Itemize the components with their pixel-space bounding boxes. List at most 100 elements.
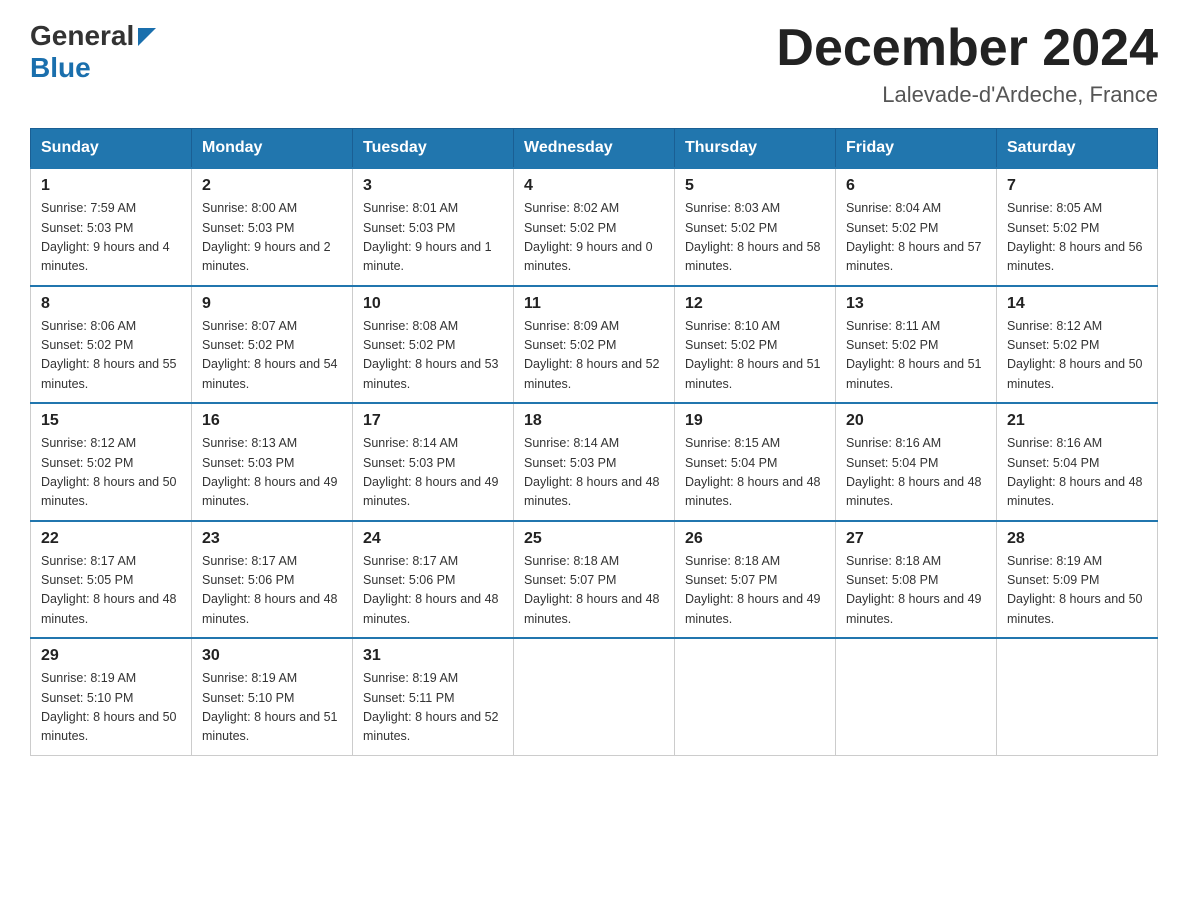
calendar-cell: 4 Sunrise: 8:02 AMSunset: 5:02 PMDaylight… [514, 168, 675, 286]
logo-blue-text: Blue [30, 52, 91, 84]
day-info: Sunrise: 8:18 AMSunset: 5:07 PMDaylight:… [524, 554, 660, 626]
calendar-cell: 2Sunrise: 8:00 AMSunset: 5:03 PMDaylight… [192, 168, 353, 286]
day-number: 15 [41, 412, 181, 430]
day-number: 29 [41, 647, 181, 665]
calendar-cell: 15Sunrise: 8:12 AMSunset: 5:02 PMDayligh… [31, 403, 192, 521]
day-info: Sunrise: 8:17 AMSunset: 5:05 PMDaylight:… [41, 554, 177, 626]
day-info: Sunrise: 8:12 AMSunset: 5:02 PMDaylight:… [1007, 319, 1143, 391]
day-number: 18 [524, 412, 664, 430]
logo: General Blue [30, 20, 156, 84]
calendar-cell: 26 Sunrise: 8:18 AMSunset: 5:07 PMDayligh… [675, 521, 836, 639]
day-number: 20 [846, 412, 986, 430]
calendar-week-row: 29 Sunrise: 8:19 AMSunset: 5:10 PMDayligh… [31, 638, 1158, 755]
calendar-cell: 7Sunrise: 8:05 AMSunset: 5:02 PMDaylight… [997, 168, 1158, 286]
day-info: Sunrise: 8:19 AMSunset: 5:10 PMDaylight:… [41, 671, 177, 743]
calendar-cell: 6 Sunrise: 8:04 AMSunset: 5:02 PMDaylight… [836, 168, 997, 286]
calendar-week-row: 22Sunrise: 8:17 AMSunset: 5:05 PMDayligh… [31, 521, 1158, 639]
calendar-cell: 14 Sunrise: 8:12 AMSunset: 5:02 PMDayligh… [997, 286, 1158, 404]
weekday-header-wednesday: Wednesday [514, 129, 675, 169]
day-info: Sunrise: 8:13 AMSunset: 5:03 PMDaylight:… [202, 436, 338, 508]
calendar-cell: 22Sunrise: 8:17 AMSunset: 5:05 PMDayligh… [31, 521, 192, 639]
day-number: 9 [202, 295, 342, 313]
day-info: Sunrise: 8:16 AMSunset: 5:04 PMDaylight:… [1007, 436, 1143, 508]
day-info: Sunrise: 7:59 AMSunset: 5:03 PMDaylight:… [41, 201, 170, 273]
day-info: Sunrise: 8:07 AMSunset: 5:02 PMDaylight:… [202, 319, 338, 391]
day-number: 26 [685, 530, 825, 548]
day-info: Sunrise: 8:11 AMSunset: 5:02 PMDaylight:… [846, 319, 982, 391]
calendar-cell: 30 Sunrise: 8:19 AMSunset: 5:10 PMDayligh… [192, 638, 353, 755]
calendar-cell: 18 Sunrise: 8:14 AMSunset: 5:03 PMDayligh… [514, 403, 675, 521]
calendar-cell: 17Sunrise: 8:14 AMSunset: 5:03 PMDayligh… [353, 403, 514, 521]
calendar-cell [514, 638, 675, 755]
calendar-cell: 3Sunrise: 8:01 AMSunset: 5:03 PMDaylight… [353, 168, 514, 286]
calendar-cell: 5Sunrise: 8:03 AMSunset: 5:02 PMDaylight… [675, 168, 836, 286]
calendar-week-row: 8Sunrise: 8:06 AMSunset: 5:02 PMDaylight… [31, 286, 1158, 404]
day-info: Sunrise: 8:05 AMSunset: 5:02 PMDaylight:… [1007, 201, 1143, 273]
calendar-cell [836, 638, 997, 755]
title-block: December 2024 Lalevade-d'Ardeche, France [776, 20, 1158, 108]
day-info: Sunrise: 8:18 AMSunset: 5:08 PMDaylight:… [846, 554, 982, 626]
calendar-cell: 20 Sunrise: 8:16 AMSunset: 5:04 PMDayligh… [836, 403, 997, 521]
day-number: 24 [363, 530, 503, 548]
calendar-cell [997, 638, 1158, 755]
day-number: 3 [363, 177, 503, 195]
calendar-week-row: 1 Sunrise: 7:59 AMSunset: 5:03 PMDaylight… [31, 168, 1158, 286]
logo-arrow-icon [138, 28, 156, 51]
day-number: 16 [202, 412, 342, 430]
day-number: 12 [685, 295, 825, 313]
calendar-cell: 10 Sunrise: 8:08 AMSunset: 5:02 PMDayligh… [353, 286, 514, 404]
day-number: 27 [846, 530, 986, 548]
calendar-table: SundayMondayTuesdayWednesdayThursdayFrid… [30, 128, 1158, 756]
day-number: 30 [202, 647, 342, 665]
weekday-header-row: SundayMondayTuesdayWednesdayThursdayFrid… [31, 129, 1158, 169]
calendar-cell: 12 Sunrise: 8:10 AMSunset: 5:02 PMDayligh… [675, 286, 836, 404]
day-number: 25 [524, 530, 664, 548]
day-info: Sunrise: 8:06 AMSunset: 5:02 PMDaylight:… [41, 319, 177, 391]
day-number: 1 [41, 177, 181, 195]
day-info: Sunrise: 8:17 AMSunset: 5:06 PMDaylight:… [363, 554, 499, 626]
day-info: Sunrise: 8:16 AMSunset: 5:04 PMDaylight:… [846, 436, 982, 508]
day-info: Sunrise: 8:18 AMSunset: 5:07 PMDaylight:… [685, 554, 821, 626]
day-number: 31 [363, 647, 503, 665]
calendar-cell: 28 Sunrise: 8:19 AMSunset: 5:09 PMDayligh… [997, 521, 1158, 639]
day-info: Sunrise: 8:15 AMSunset: 5:04 PMDaylight:… [685, 436, 821, 508]
day-info: Sunrise: 8:09 AMSunset: 5:02 PMDaylight:… [524, 319, 660, 391]
day-info: Sunrise: 8:04 AMSunset: 5:02 PMDaylight:… [846, 201, 982, 273]
day-number: 23 [202, 530, 342, 548]
day-number: 28 [1007, 530, 1147, 548]
day-info: Sunrise: 8:14 AMSunset: 5:03 PMDaylight:… [363, 436, 499, 508]
weekday-header-saturday: Saturday [997, 129, 1158, 169]
day-info: Sunrise: 8:02 AMSunset: 5:02 PMDaylight:… [524, 201, 653, 273]
day-info: Sunrise: 8:00 AMSunset: 5:03 PMDaylight:… [202, 201, 331, 273]
calendar-cell: 19 Sunrise: 8:15 AMSunset: 5:04 PMDayligh… [675, 403, 836, 521]
day-info: Sunrise: 8:19 AMSunset: 5:10 PMDaylight:… [202, 671, 338, 743]
calendar-cell: 9 Sunrise: 8:07 AMSunset: 5:02 PMDaylight… [192, 286, 353, 404]
day-info: Sunrise: 8:14 AMSunset: 5:03 PMDaylight:… [524, 436, 660, 508]
calendar-cell: 8Sunrise: 8:06 AMSunset: 5:02 PMDaylight… [31, 286, 192, 404]
day-number: 19 [685, 412, 825, 430]
weekday-header-monday: Monday [192, 129, 353, 169]
day-info: Sunrise: 8:17 AMSunset: 5:06 PMDaylight:… [202, 554, 338, 626]
page-header: General Blue December 2024 Lalevade-d'Ar… [30, 20, 1158, 108]
calendar-cell: 13Sunrise: 8:11 AMSunset: 5:02 PMDayligh… [836, 286, 997, 404]
day-number: 14 [1007, 295, 1147, 313]
weekday-header-friday: Friday [836, 129, 997, 169]
calendar-cell: 21 Sunrise: 8:16 AMSunset: 5:04 PMDayligh… [997, 403, 1158, 521]
calendar-cell: 25 Sunrise: 8:18 AMSunset: 5:07 PMDayligh… [514, 521, 675, 639]
calendar-cell: 11 Sunrise: 8:09 AMSunset: 5:02 PMDayligh… [514, 286, 675, 404]
day-info: Sunrise: 8:08 AMSunset: 5:02 PMDaylight:… [363, 319, 499, 391]
day-number: 10 [363, 295, 503, 313]
day-info: Sunrise: 8:10 AMSunset: 5:02 PMDaylight:… [685, 319, 821, 391]
calendar-cell: 1 Sunrise: 7:59 AMSunset: 5:03 PMDaylight… [31, 168, 192, 286]
day-info: Sunrise: 8:19 AMSunset: 5:11 PMDaylight:… [363, 671, 499, 743]
calendar-cell: 27 Sunrise: 8:18 AMSunset: 5:08 PMDayligh… [836, 521, 997, 639]
logo-general-text: General [30, 20, 134, 52]
day-number: 6 [846, 177, 986, 195]
day-number: 5 [685, 177, 825, 195]
day-number: 21 [1007, 412, 1147, 430]
day-number: 4 [524, 177, 664, 195]
calendar-cell: 23 Sunrise: 8:17 AMSunset: 5:06 PMDayligh… [192, 521, 353, 639]
location-text: Lalevade-d'Ardeche, France [776, 82, 1158, 108]
day-number: 11 [524, 295, 664, 313]
day-info: Sunrise: 8:19 AMSunset: 5:09 PMDaylight:… [1007, 554, 1143, 626]
